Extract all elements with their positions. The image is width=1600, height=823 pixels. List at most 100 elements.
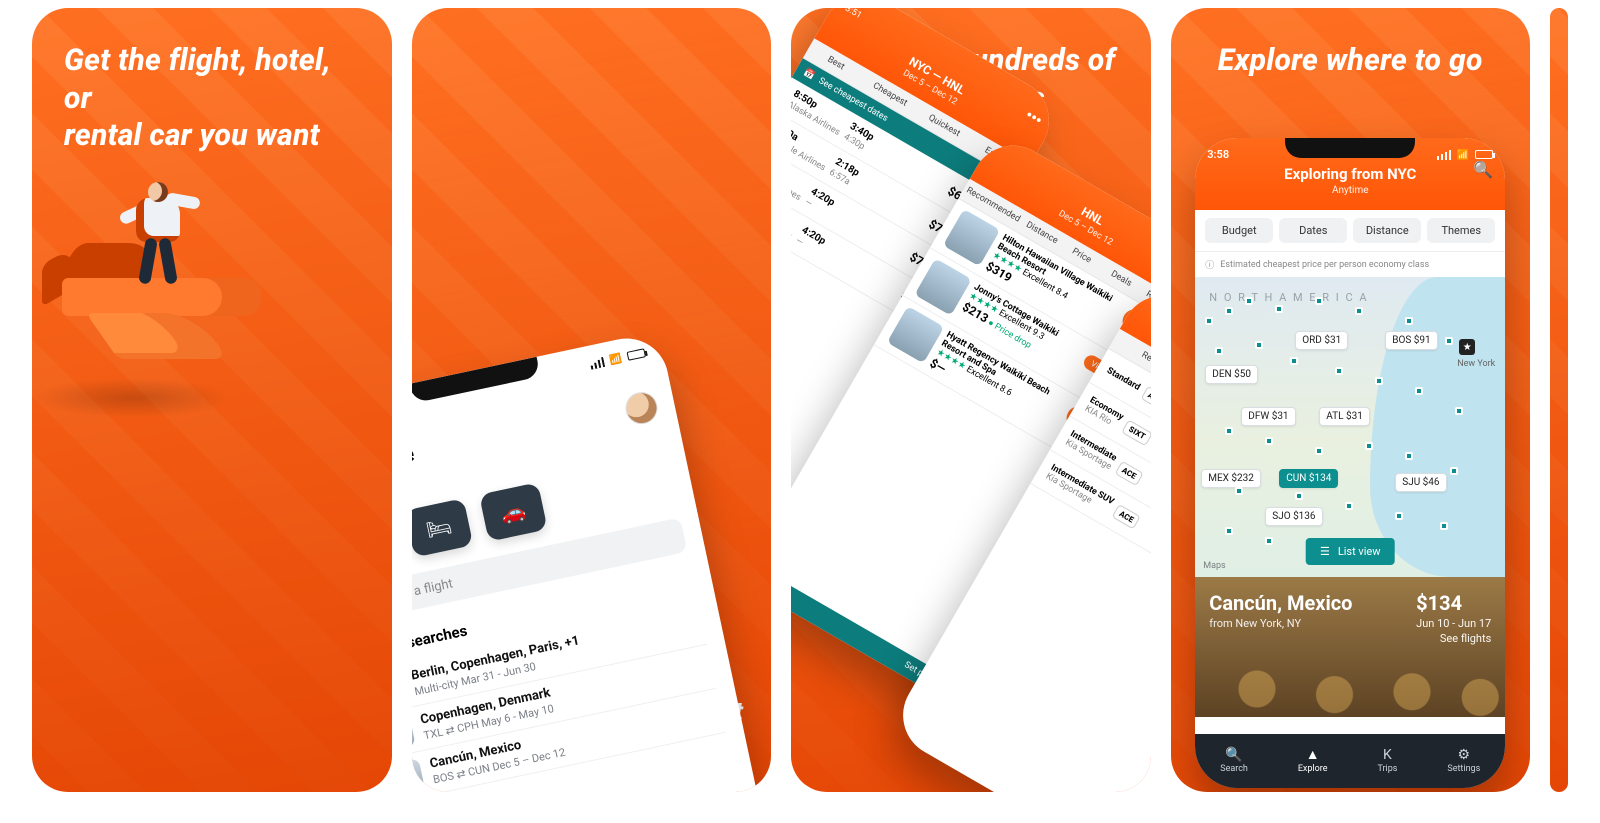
map-pin[interactable] <box>1275 305 1283 313</box>
see-flights-link[interactable]: See flights <box>1416 632 1491 645</box>
wifi-icon <box>1457 148 1469 161</box>
rider-leg-right <box>158 237 178 284</box>
map-pin[interactable] <box>1315 447 1323 455</box>
greeting-block: Hey, Mike Where to next? <box>412 442 420 505</box>
price-tag[interactable]: ORD $31 <box>1295 331 1348 350</box>
rider-torso <box>136 198 180 242</box>
promo-panel-4: Explore where to go 3:58 Exploring from … <box>1171 8 1531 792</box>
explore-sub: Anytime <box>1207 185 1493 196</box>
map-pin[interactable] <box>1355 307 1363 315</box>
destination-price: $134 <box>1416 591 1491 615</box>
price-tag[interactable]: SJO $136 <box>1265 507 1322 526</box>
destination-from: from New York, NY <box>1209 617 1352 630</box>
map-pin[interactable] <box>1345 502 1353 510</box>
map-pin[interactable] <box>1405 317 1413 325</box>
map-pin[interactable] <box>1365 442 1373 450</box>
panel4-headline: Explore where to go <box>1171 8 1531 80</box>
map-pin[interactable] <box>1315 297 1323 305</box>
status-time: 3:51 <box>843 8 864 22</box>
bottom-tab-bar: 🔍 Search ▲ Explore K Trips ⚙ Settings <box>1195 734 1505 788</box>
promo-panel-5-peek <box>1550 8 1568 792</box>
car-brand-badge: ACE <box>1112 504 1141 530</box>
info-icon: ⓘ <box>1205 258 1214 271</box>
price-tag[interactable]: DFW $31 <box>1241 407 1295 426</box>
map-pin[interactable] <box>1395 512 1403 520</box>
rider-leg-left <box>138 237 158 284</box>
signal-icon <box>1437 150 1451 160</box>
recent-thumb <box>412 714 416 753</box>
list-icon: ☰ <box>1320 545 1330 558</box>
map-pin[interactable] <box>1265 437 1273 445</box>
map-pin[interactable] <box>1225 527 1233 535</box>
price-tag[interactable]: MEX $232 <box>1201 469 1261 488</box>
price-hint: ⓘ Estimated cheapest price per person ec… <box>1195 252 1505 277</box>
explore-icon: ▲ <box>1306 748 1320 762</box>
map-pin[interactable] <box>1265 537 1273 545</box>
trips-icon: K <box>1383 748 1392 762</box>
mode-cars[interactable]: 🚗 <box>479 482 548 541</box>
search-icon[interactable]: 🔍 <box>1473 160 1493 179</box>
continent-label: N O R T H A M E R I C A <box>1209 291 1368 304</box>
map-pin[interactable] <box>1295 492 1303 500</box>
price-tag[interactable]: SJU $46 <box>1395 473 1446 492</box>
phone-notch <box>1285 138 1415 158</box>
tab-explore[interactable]: ▲ Explore <box>1298 748 1328 774</box>
list-view-button[interactable]: ☰ List view <box>1306 538 1395 565</box>
car-brand-badge: SIXT <box>1122 419 1151 446</box>
ret-times: 3:40p4:30p <box>842 121 876 154</box>
pill-themes[interactable]: Themes <box>1427 218 1495 243</box>
avatar[interactable] <box>623 390 659 426</box>
greeting-sub: Where to next? <box>412 470 420 505</box>
search-placeholder: Find a flight <box>412 576 454 605</box>
panel1-headline: Get the flight, hotel, or rental car you… <box>32 8 392 155</box>
tab-label: Trips <box>1377 764 1397 774</box>
pill-budget[interactable]: Budget <box>1205 218 1273 243</box>
map-pin[interactable] <box>1415 387 1423 395</box>
headline-line-2: rental car you want <box>64 118 320 153</box>
map-pin[interactable] <box>1225 307 1233 315</box>
car-meta: EconomyKIA Rio <box>1083 395 1125 431</box>
price-tag[interactable]: BOS $91 <box>1385 331 1437 350</box>
pill-distance[interactable]: Distance <box>1353 218 1421 243</box>
price-tag[interactable]: CUN $134 <box>1279 469 1338 488</box>
tab-label: Search <box>1220 764 1248 774</box>
map-pin[interactable] <box>1245 297 1253 305</box>
map-pin[interactable] <box>1225 427 1233 435</box>
ret-times: 4:20p— <box>803 186 837 219</box>
map-pin[interactable] <box>1335 367 1343 375</box>
origin-star-icon: ★ <box>1459 339 1475 355</box>
car-brand-badge: ACE <box>1115 460 1144 486</box>
destination-card[interactable]: Cancún, Mexico from New York, NY $134 Ju… <box>1195 577 1505 717</box>
tab-settings[interactable]: ⚙ Settings <box>1447 748 1480 774</box>
rider-figure <box>122 178 212 298</box>
plane-wing-front <box>86 313 228 359</box>
tab-label: Settings <box>1447 764 1480 774</box>
mode-hotels[interactable]: 🛏 <box>412 498 473 557</box>
map-pin[interactable] <box>1405 452 1413 460</box>
calendar-icon: 📅 <box>802 67 817 81</box>
price-tag[interactable]: ATL $31 <box>1319 407 1370 426</box>
tab-search[interactable]: 🔍 Search <box>1220 748 1248 774</box>
map-pin[interactable] <box>1455 407 1463 415</box>
bed-icon: 🛏 <box>424 513 454 542</box>
map-pin[interactable] <box>1235 487 1243 495</box>
headline-line-1: Get the flight, hotel, or <box>64 43 331 116</box>
map-pin[interactable] <box>1290 357 1298 365</box>
explore-map[interactable]: N O R T H A M E R I C A ★ New York DEN $… <box>1195 277 1505 577</box>
wifi-icon <box>608 351 623 366</box>
map-pin[interactable] <box>1450 467 1458 475</box>
map-pin[interactable] <box>1255 341 1263 349</box>
status-time: 3:58 <box>1207 148 1229 161</box>
map-pin[interactable] <box>1445 337 1453 345</box>
car-icon: 🚗 <box>498 498 527 527</box>
map-pin[interactable] <box>1440 522 1448 530</box>
map-pin[interactable] <box>1205 317 1213 325</box>
price-tag[interactable]: DEN $50 <box>1205 365 1258 384</box>
pill-dates[interactable]: Dates <box>1279 218 1347 243</box>
car-brand-badge: ACE <box>1141 385 1151 411</box>
map-pin[interactable] <box>1375 377 1383 385</box>
tab-trips[interactable]: K Trips <box>1377 748 1397 774</box>
maps-credit: Maps <box>1203 561 1225 571</box>
signal-icon <box>588 357 604 370</box>
map-pin[interactable] <box>1215 347 1223 355</box>
